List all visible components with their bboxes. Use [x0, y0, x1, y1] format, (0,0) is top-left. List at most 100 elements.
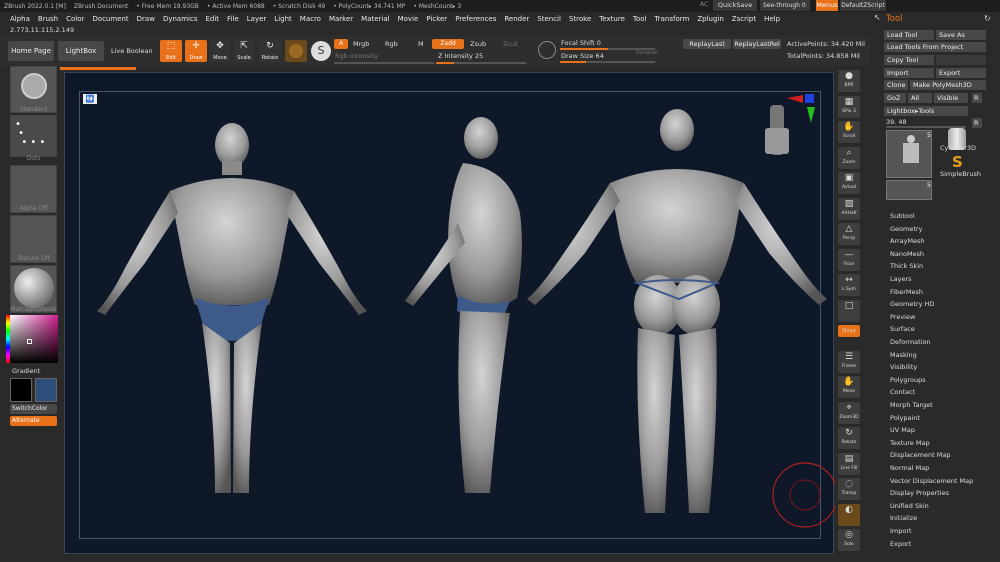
menu-help[interactable]: Help [760, 15, 784, 23]
z-intensity-slider[interactable]: Z Intensity 25 [438, 52, 483, 60]
menu-movie[interactable]: Movie [394, 15, 423, 23]
menu-alpha[interactable]: Alpha [6, 15, 34, 23]
import-button[interactable]: Import [884, 68, 934, 78]
tool-subpalette-geometry[interactable]: Geometry [890, 225, 922, 233]
gradient-label[interactable]: Gradient [12, 367, 40, 375]
secondary-color-swatch[interactable] [35, 378, 57, 402]
menu-dynamics[interactable]: Dynamics [159, 15, 202, 23]
tool-subpalette-vector-displacement-map[interactable]: Vector Displacement Map [890, 477, 973, 485]
edit-button[interactable]: ⬚ Edit [160, 40, 182, 62]
xyz-shelf-button[interactable]: ✕Qxyz [838, 325, 860, 337]
color-picker[interactable] [10, 315, 58, 363]
tool-subpalette-deformation[interactable]: Deformation [890, 338, 931, 346]
goz-button[interactable]: GoZ [884, 93, 906, 103]
move-button[interactable]: ✥ Move [210, 40, 230, 62]
linefill-shelf-button[interactable]: ▤ Line Fill [838, 452, 860, 475]
zadd-toggle[interactable]: Zadd [432, 39, 464, 49]
tool-subpalette-geometry-hd[interactable]: Geometry HD [890, 300, 934, 308]
tool-subpalette-visibility[interactable]: Visibility [890, 363, 917, 371]
bpr-shelf-button[interactable]: ● BPR [838, 70, 860, 92]
r-button-2[interactable]: R [972, 118, 982, 128]
menu-brush[interactable]: Brush [34, 15, 62, 23]
menu-zplugin[interactable]: Zplugin [693, 15, 727, 23]
draw-size-slider[interactable]: Draw Size 64 [561, 52, 604, 60]
tool-subpalette-displacement-map[interactable]: Displacement Map [890, 451, 950, 459]
rotate-button[interactable]: ↻ Rotate [259, 40, 281, 62]
tool-subpalette-display-properties[interactable]: Display Properties [890, 489, 949, 497]
load-tools-from-project-button[interactable]: Load Tools From Project [884, 42, 986, 52]
load-tool-button[interactable]: Load Tool [884, 30, 934, 40]
scale-button[interactable]: ⇱ Scale [234, 40, 254, 62]
mrgb-toggle[interactable]: Mrgb [353, 40, 369, 48]
spix-shelf-button[interactable]: ▦ SPix 3 [838, 95, 860, 118]
replay-last-rel-button[interactable]: ReplayLastRel [733, 39, 781, 49]
zoom-shelf-button[interactable]: ⌕ Zoom [838, 146, 860, 169]
tool-subpalette-polygroups[interactable]: Polygroups [890, 376, 926, 384]
color-picker-cursor[interactable] [27, 339, 32, 344]
canvas-viewport[interactable]: 🚻 [64, 72, 835, 554]
menu-file[interactable]: File [223, 15, 243, 23]
pin-icon[interactable]: ↖ [874, 13, 884, 23]
menu-layer[interactable]: Layer [243, 15, 271, 23]
tool-subpalette-fibermesh[interactable]: FiberMesh [890, 288, 923, 296]
tool-subpalette-polypaint[interactable]: Polypaint [890, 414, 920, 422]
tool-subpalette-nanomesh[interactable]: NanoMesh [890, 250, 924, 258]
all-button[interactable]: All [908, 93, 932, 103]
actual-shelf-button[interactable]: ▣ Actual [838, 172, 860, 194]
floor-shelf-button[interactable]: — Floor [838, 248, 860, 271]
menu-tool[interactable]: Tool [629, 15, 651, 23]
clone-button[interactable]: Clone [884, 80, 908, 90]
reset-icon[interactable]: ↻ [984, 14, 991, 23]
menu-color[interactable]: Color [62, 15, 88, 23]
scroll-shelf-button[interactable]: ✋ Scroll [838, 121, 860, 143]
menu-macro[interactable]: Macro [296, 15, 325, 23]
zcut-toggle[interactable]: Zcut [503, 40, 518, 48]
alternate-button[interactable]: Alternate [10, 416, 57, 426]
a-toggle[interactable]: A [334, 39, 348, 49]
cylinder3d-label[interactable]: Cylinder3D [940, 144, 976, 152]
menu-preferences[interactable]: Preferences [451, 15, 500, 23]
tool-subpalette-layers[interactable]: Layers [890, 275, 912, 283]
focal-shift-slider[interactable]: Focal Shift 0 [561, 39, 601, 47]
tool-subpalette-morph-target[interactable]: Morph Target [890, 401, 933, 409]
r-button[interactable]: R [972, 93, 982, 103]
tool-subpalette-uv-map[interactable]: UV Map [890, 426, 915, 434]
lsym-shelf-button[interactable]: ↔ L.Sym [838, 274, 860, 296]
menu-render[interactable]: Render [500, 15, 533, 23]
export-button[interactable]: Export [936, 68, 986, 78]
menu-marker[interactable]: Marker [325, 15, 357, 23]
tool-subpalette-arraymesh[interactable]: ArrayMesh [890, 237, 925, 245]
default-zscript-button[interactable]: DefaultZScript [840, 0, 886, 11]
tool-subpalette-masking[interactable]: Masking [890, 351, 917, 359]
main-color-swatch[interactable] [10, 378, 32, 402]
visible-button[interactable]: Visible [934, 93, 968, 103]
quicksave-button[interactable]: QuickSave [713, 0, 757, 11]
tool-subpalette-normal-map[interactable]: Normal Map [890, 464, 929, 472]
dynamic-toggle[interactable]: Dynamic [636, 50, 658, 56]
menu-material[interactable]: Material [357, 15, 393, 23]
tool-subpalette-export[interactable]: Export [890, 540, 911, 548]
current-tool-thumbnail[interactable]: 5 [886, 130, 932, 178]
switch-color-button[interactable]: SwitchColor [10, 404, 57, 414]
menu-light[interactable]: Light [270, 15, 295, 23]
home-page-button[interactable]: Home Page [8, 41, 54, 61]
rgb-intensity-slider[interactable]: Rgb Intensity [335, 52, 378, 60]
menus-toggle[interactable]: Menus [816, 0, 838, 11]
make-polymesh-button[interactable]: Make PolyMesh3D [910, 80, 986, 90]
tool-subpalette-thick-skin[interactable]: Thick Skin [890, 262, 923, 270]
local-shelf-button[interactable]: □ [838, 299, 860, 322]
aahalf-shelf-button[interactable]: ▨ AAHalf [838, 197, 860, 220]
stroke-slot[interactable]: • • • • • [10, 115, 57, 157]
simplebrush-icon[interactable]: S [952, 153, 963, 171]
copy-tool-button[interactable]: Copy Tool [884, 55, 934, 65]
focal-shift-icon[interactable] [538, 41, 556, 59]
tool-subpalette-unified-skin[interactable]: Unified Skin [890, 502, 929, 510]
solo-shelf-button[interactable]: ◎ Solo [838, 529, 860, 551]
tool-subpalette-preview[interactable]: Preview [890, 313, 915, 321]
zoom3d-shelf-button[interactable]: ⌖ Zoom3D [838, 401, 860, 424]
frame-shelf-button[interactable]: ☰ Frame [838, 350, 860, 373]
tool-subpalette-subtool[interactable]: Subtool [890, 212, 915, 220]
menu-texture[interactable]: Texture [595, 15, 629, 23]
menu-document[interactable]: Document [88, 15, 132, 23]
m-toggle[interactable]: M [418, 40, 424, 48]
